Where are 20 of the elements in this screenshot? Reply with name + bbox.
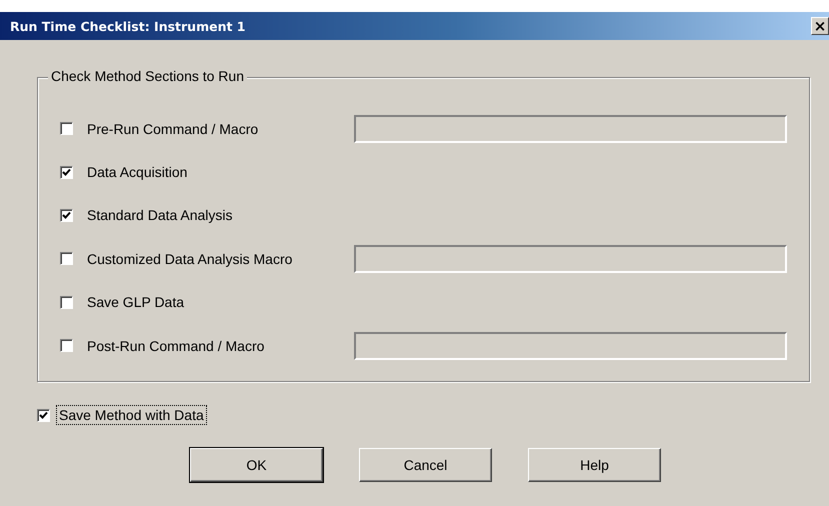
- checkbox[interactable]: [60, 296, 73, 309]
- checkbox-label: Standard Data Analysis: [86, 206, 234, 226]
- window-title: Run Time Checklist: Instrument 1: [10, 18, 246, 34]
- checkbox[interactable]: [60, 166, 73, 179]
- close-button[interactable]: ×: [811, 17, 829, 35]
- checkbox-label: Save Method with Data: [56, 405, 207, 425]
- checkbox[interactable]: [60, 122, 73, 136]
- checkbox-label: Data Acquisition: [86, 163, 188, 182]
- checkbox[interactable]: [37, 408, 50, 422]
- checkbox-label: Save GLP Data: [86, 293, 186, 312]
- checkbox[interactable]: [60, 252, 73, 266]
- dialog-button[interactable]: OK: [190, 448, 323, 482]
- group-title: Check Method Sections to Run: [48, 68, 247, 84]
- checkbox[interactable]: [60, 208, 73, 222]
- checkbox-label: Post-Run Command / Macro: [86, 336, 266, 356]
- dialog-button[interactable]: Help: [528, 448, 661, 482]
- checkbox[interactable]: [60, 339, 73, 352]
- dialog-button[interactable]: Cancel: [359, 448, 492, 482]
- checkbox-label: Customized Data Analysis Macro: [86, 250, 294, 269]
- checkbox-label: Pre-Run Command / Macro: [86, 120, 260, 139]
